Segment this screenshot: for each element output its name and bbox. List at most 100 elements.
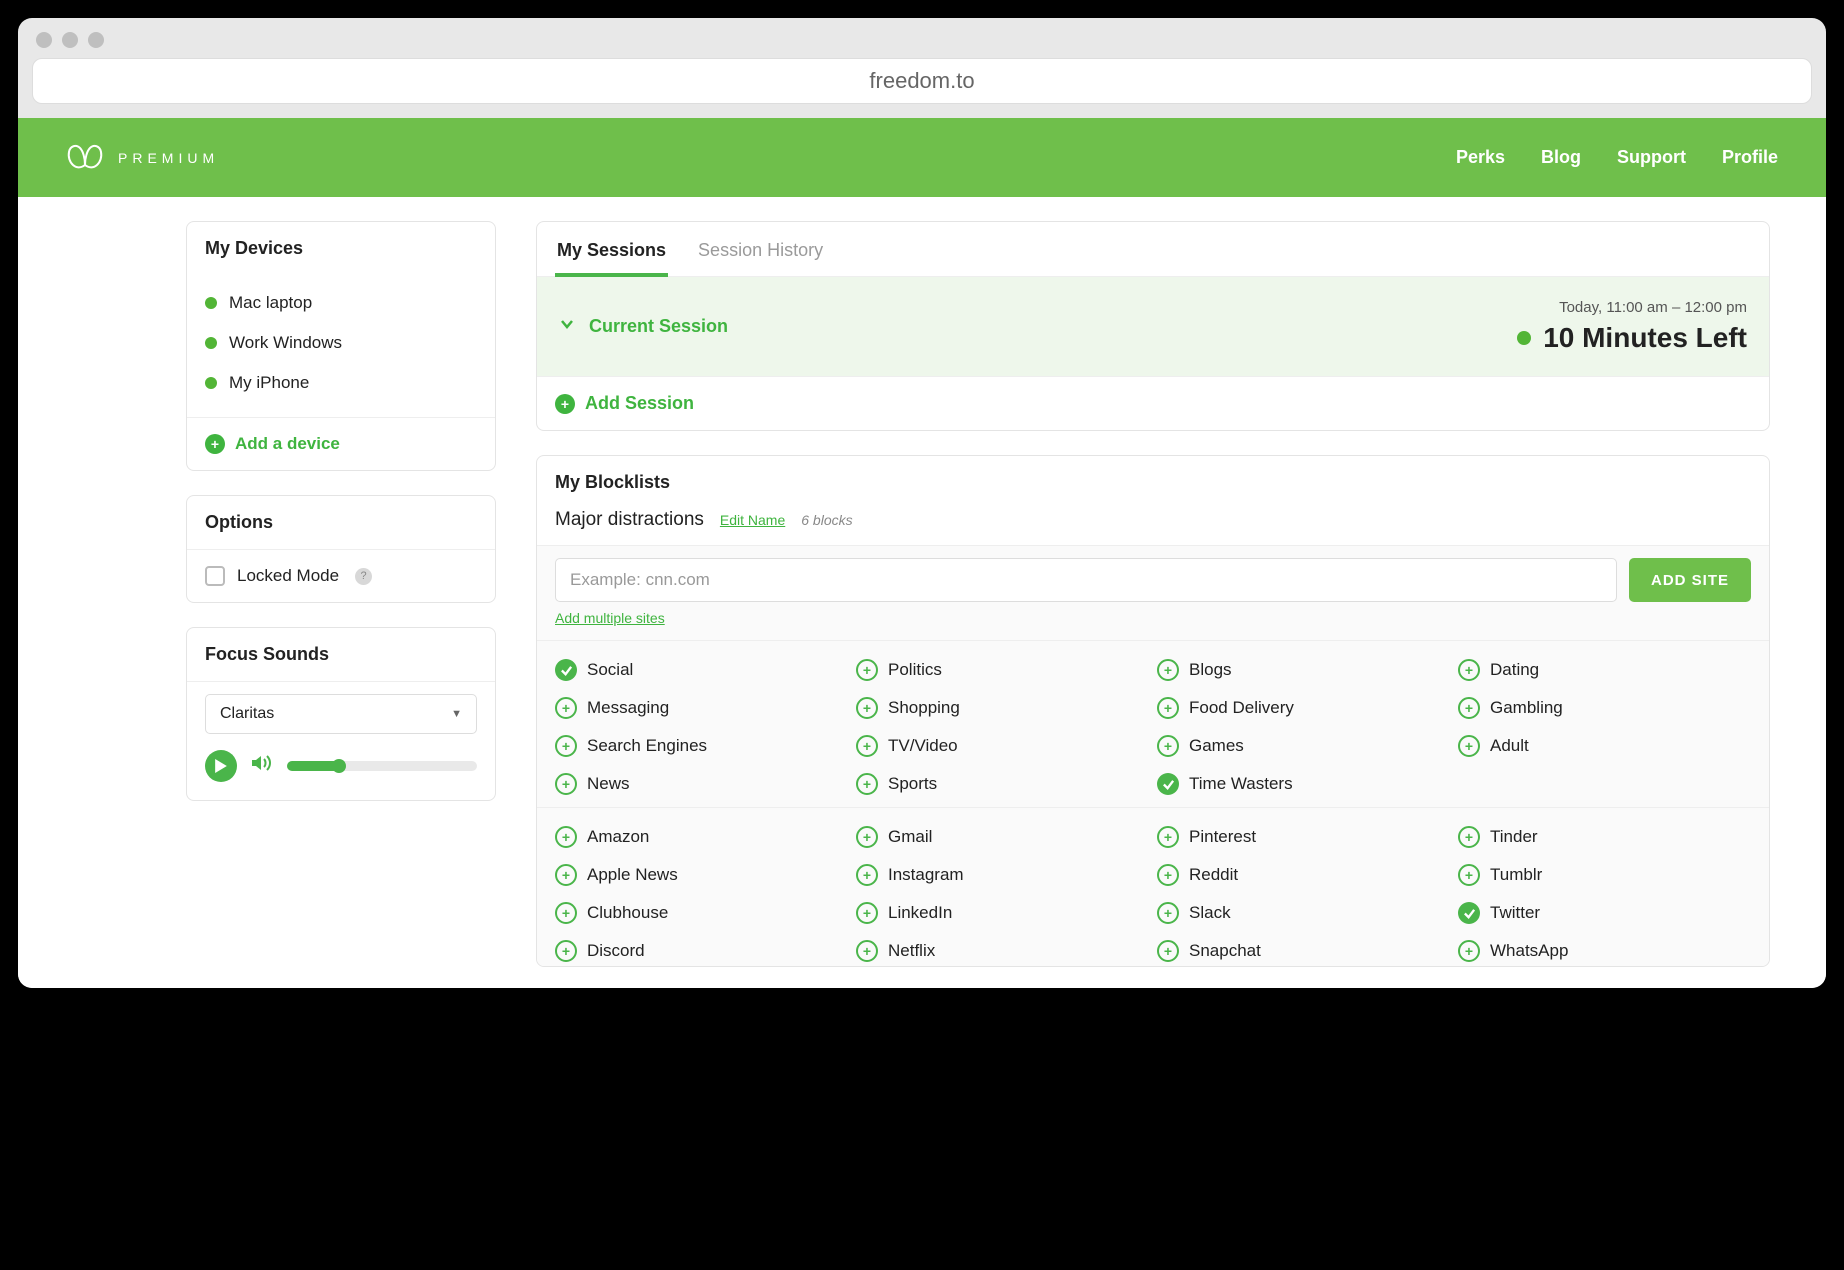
tab-my-sessions[interactable]: My Sessions	[555, 232, 668, 277]
focus-sound-selected: Claritas	[220, 705, 274, 723]
category-chip[interactable]: +Adult	[1458, 731, 1751, 761]
category-chip[interactable]: +Politics	[856, 655, 1149, 685]
site-chip[interactable]: +Pinterest	[1157, 822, 1450, 852]
category-chip[interactable]: +News	[555, 769, 848, 799]
check-circle-icon	[1157, 773, 1179, 795]
category-chip[interactable]: +Messaging	[555, 693, 848, 723]
nav-blog[interactable]: Blog	[1541, 147, 1581, 168]
category-chip[interactable]: +TV/Video	[856, 731, 1149, 761]
site-chip[interactable]: + Instagram	[856, 860, 1149, 890]
blocklist-name: Major distractions	[555, 509, 704, 531]
device-name: My iPhone	[229, 373, 309, 393]
device-row[interactable]: Work Windows	[187, 323, 495, 363]
focus-sound-select[interactable]: Claritas ▼	[205, 694, 477, 734]
window-close-dot[interactable]	[36, 32, 52, 48]
site-chip[interactable]: +Snapchat	[1157, 936, 1450, 966]
category-label: Adult	[1490, 736, 1529, 756]
device-name: Work Windows	[229, 333, 342, 353]
category-label: Games	[1189, 736, 1244, 756]
help-icon[interactable]: ?	[355, 568, 372, 585]
nav-profile[interactable]: Profile	[1722, 147, 1778, 168]
options-card: Options Locked Mode ?	[186, 495, 496, 603]
category-label: Social	[587, 660, 633, 680]
devices-card: My Devices Mac laptopWork WindowsMy iPho…	[186, 221, 496, 471]
plus-circle-outline-icon: +	[1157, 697, 1179, 719]
nav-support[interactable]: Support	[1617, 147, 1686, 168]
site-label: Twitter	[1490, 903, 1540, 923]
session-time-range: Today, 11:00 am – 12:00 pm	[1517, 299, 1747, 316]
plus-circle-outline-icon: +	[1458, 864, 1480, 886]
tab-session-history[interactable]: Session History	[696, 232, 825, 276]
window-minimize-dot[interactable]	[62, 32, 78, 48]
add-site-button[interactable]: ADD SITE	[1629, 558, 1751, 602]
window-maximize-dot[interactable]	[88, 32, 104, 48]
site-chip[interactable]: +LinkedIn	[856, 898, 1149, 928]
edit-name-link[interactable]: Edit Name	[720, 512, 785, 528]
site-label: Instagram	[888, 865, 964, 885]
category-label: Sports	[888, 774, 937, 794]
blocklists-title: My Blocklists	[537, 456, 1769, 501]
plus-circle-outline-icon: +	[555, 902, 577, 924]
plus-circle-outline-icon: +	[856, 864, 878, 886]
add-multiple-link[interactable]: Add multiple sites	[555, 610, 665, 626]
site-label: Reddit	[1189, 865, 1238, 885]
category-label: Blogs	[1189, 660, 1232, 680]
plus-circle-outline-icon: +	[856, 940, 878, 962]
category-chip[interactable]: Social	[555, 655, 848, 685]
site-chip[interactable]: +Netflix	[856, 936, 1149, 966]
site-chip[interactable]: +Discord	[555, 936, 848, 966]
url-bar[interactable]: freedom.to	[32, 58, 1812, 104]
site-chip[interactable]: +Slack	[1157, 898, 1450, 928]
time-remaining: 10 Minutes Left	[1543, 322, 1747, 354]
site-label: Amazon	[587, 827, 649, 847]
device-row[interactable]: Mac laptop	[187, 283, 495, 323]
site-chip[interactable]: +Clubhouse	[555, 898, 848, 928]
category-label: Search Engines	[587, 736, 707, 756]
category-chip[interactable]: +Blogs	[1157, 655, 1450, 685]
site-chip[interactable]: Twitter	[1458, 898, 1751, 928]
category-chip[interactable]: +Shopping	[856, 693, 1149, 723]
site-chip[interactable]: +Apple News	[555, 860, 848, 890]
category-label: Messaging	[587, 698, 669, 718]
category-chip[interactable]: + Games	[1157, 731, 1450, 761]
play-button[interactable]	[205, 750, 237, 782]
category-chip[interactable]: + Food Delivery	[1157, 693, 1450, 723]
focus-sounds-card: Focus Sounds Claritas ▼	[186, 627, 496, 801]
plus-circle-outline-icon: +	[1157, 735, 1179, 757]
status-dot-icon	[1517, 331, 1531, 345]
butterfly-logo-icon	[66, 140, 104, 175]
add-session-button[interactable]: + Add Session	[537, 376, 1769, 430]
volume-icon[interactable]	[251, 754, 273, 778]
options-title: Options	[187, 496, 495, 549]
site-chip[interactable]: +Amazon	[555, 822, 848, 852]
category-chip[interactable]: Time Wasters	[1157, 769, 1450, 799]
add-session-label: Add Session	[585, 393, 694, 414]
site-chip[interactable]: +Reddit	[1157, 860, 1450, 890]
plus-circle-outline-icon: +	[856, 697, 878, 719]
category-chip[interactable]: +Dating	[1458, 655, 1751, 685]
plus-circle-outline-icon: +	[1458, 826, 1480, 848]
site-chip[interactable]: +Tumblr	[1458, 860, 1751, 890]
block-count: 6 blocks	[801, 512, 852, 528]
nav-perks[interactable]: Perks	[1456, 147, 1505, 168]
site-chip[interactable]: +Gmail	[856, 822, 1149, 852]
add-site-input[interactable]: Example: cnn.com	[555, 558, 1617, 602]
volume-slider[interactable]	[287, 761, 477, 771]
device-name: Mac laptop	[229, 293, 312, 313]
app-header: PREMIUM Perks Blog Support Profile	[18, 118, 1826, 197]
brand-text: PREMIUM	[118, 150, 219, 166]
category-chip[interactable]: +Search Engines	[555, 731, 848, 761]
site-chip[interactable]: +Tinder	[1458, 822, 1751, 852]
locked-mode-label: Locked Mode	[237, 566, 339, 586]
category-chip[interactable]: +Sports	[856, 769, 1149, 799]
locked-mode-checkbox[interactable]	[205, 566, 225, 586]
site-chip[interactable]: +WhatsApp	[1458, 936, 1751, 966]
add-site-placeholder: Example: cnn.com	[570, 570, 710, 590]
category-chip[interactable]: +Gambling	[1458, 693, 1751, 723]
add-device-button[interactable]: + Add a device	[187, 417, 495, 470]
current-session-row[interactable]: Current Session Today, 11:00 am – 12:00 …	[537, 277, 1769, 376]
plus-circle-outline-icon: +	[1458, 940, 1480, 962]
device-row[interactable]: My iPhone	[187, 363, 495, 403]
window-titlebar	[18, 18, 1826, 48]
category-label: Food Delivery	[1189, 698, 1294, 718]
